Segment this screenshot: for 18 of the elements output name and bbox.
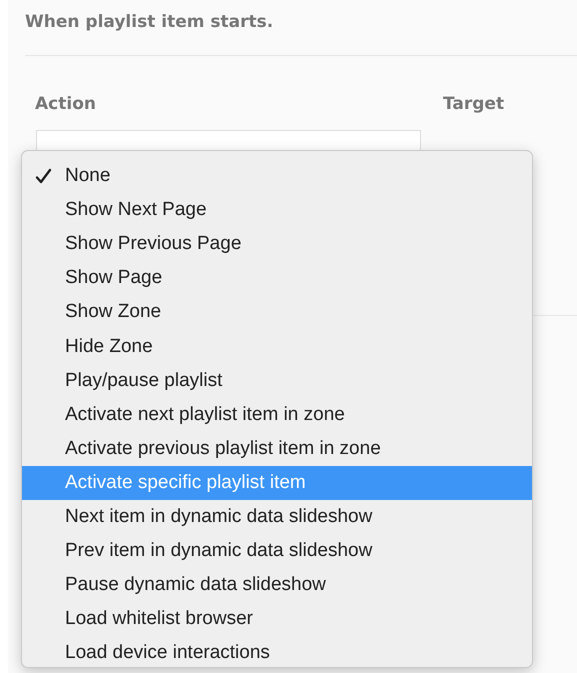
menu-item[interactable]: Next item in dynamic data slideshow	[22, 500, 532, 534]
checkmark-icon	[35, 168, 52, 185]
menu-item[interactable]: Pause dynamic data slideshow	[22, 568, 532, 602]
menu-item[interactable]: Show Page	[22, 261, 532, 296]
menu-item[interactable]: Play/pause playlist	[22, 364, 532, 398]
column-label: Action	[35, 93, 97, 116]
menu-item[interactable]: Hide Zone	[22, 329, 532, 364]
menu-item[interactable]: None	[22, 159, 532, 194]
column-label: Target	[443, 93, 504, 116]
menu-item[interactable]: Load whitelist browser	[22, 602, 532, 636]
menu-item[interactable]: Show Previous Page	[22, 227, 532, 262]
menu-item[interactable]: Load device interactions	[22, 636, 532, 670]
section-title: When playlist item starts.	[24, 11, 274, 34]
menu-item[interactable]: Activate next playlist item in zone	[22, 398, 532, 432]
menu-item[interactable]: Show Next Page	[22, 193, 532, 228]
menu-item[interactable]: Prev item in dynamic data slideshow	[22, 534, 532, 568]
menu-item[interactable]: Show Zone	[22, 295, 532, 330]
menu-item[interactable]: Activate previous playlist item in zone	[22, 432, 532, 466]
